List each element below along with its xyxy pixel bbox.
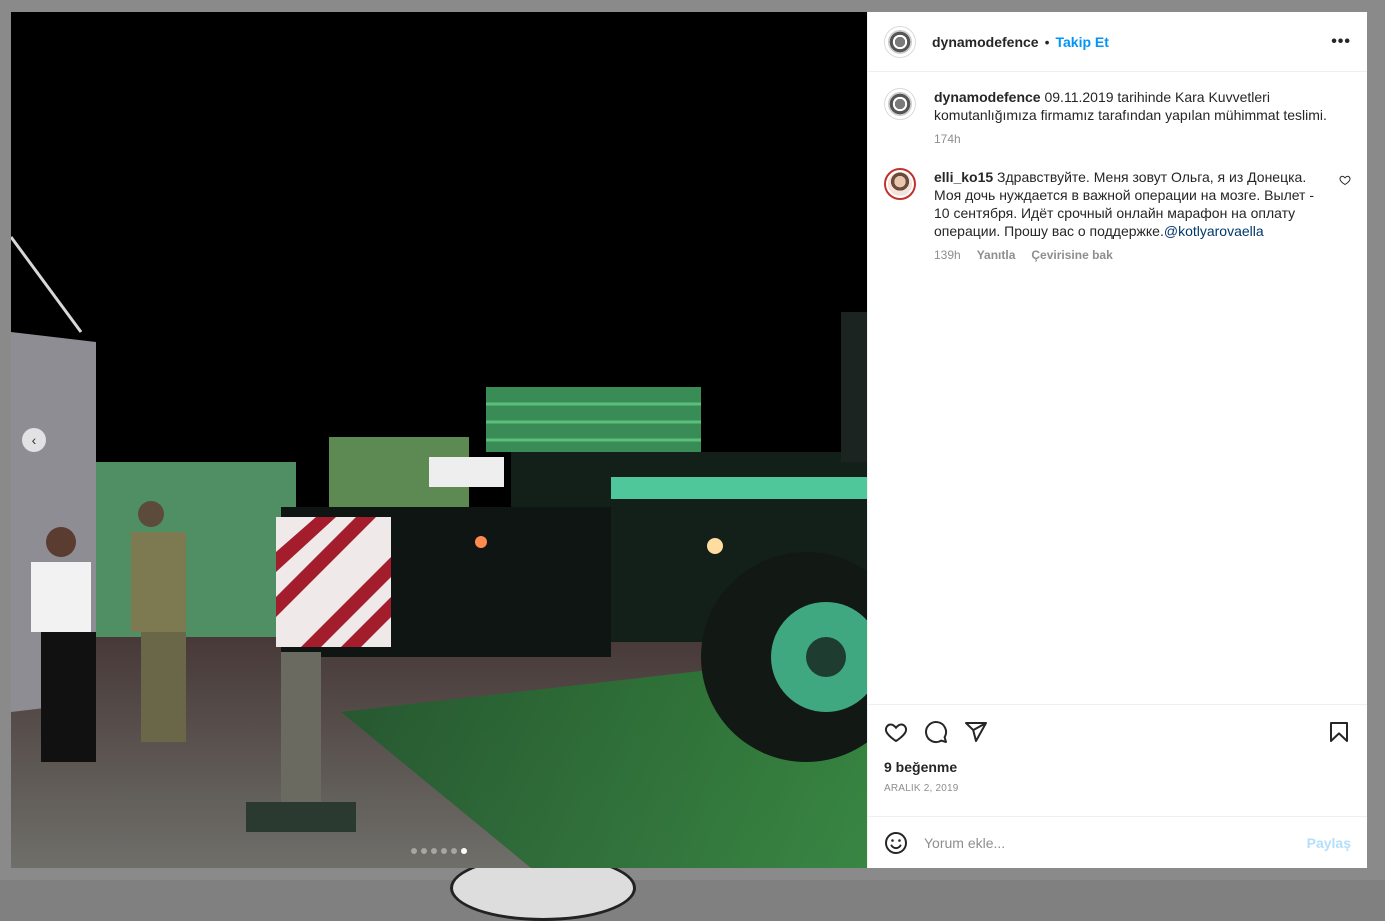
caption-author-avatar[interactable]	[884, 88, 916, 120]
carousel-dot	[411, 848, 417, 854]
carousel-dot	[451, 848, 457, 854]
carousel-indicator	[11, 848, 867, 854]
author-avatar[interactable]	[884, 25, 916, 58]
paper-plane-icon	[965, 722, 987, 742]
share-button[interactable]	[964, 720, 988, 744]
likes-count[interactable]: 9 beğenme	[884, 759, 1351, 775]
chevron-left-icon: ‹	[31, 432, 37, 448]
heart-icon	[884, 723, 908, 743]
author-username[interactable]: dynamodefence	[932, 34, 1039, 50]
comment-item: elli_ko15 Здравствуйте. Меня зовут Ольга…	[884, 168, 1351, 262]
smiley-icon[interactable]	[884, 831, 908, 855]
save-button[interactable]	[1327, 720, 1351, 744]
follow-button[interactable]: Takip Et	[1056, 34, 1109, 50]
comments-list[interactable]: dynamodefence 09.11.2019 tarihinde Kara …	[868, 72, 1367, 704]
caption-time[interactable]: 174h	[934, 132, 961, 146]
photo-scene	[11, 12, 867, 868]
comment-username[interactable]: elli_ko15	[934, 169, 993, 185]
comment-button[interactable]	[924, 720, 948, 744]
bookmark-icon	[1330, 722, 1348, 742]
commenter-avatar[interactable]	[884, 168, 916, 200]
see-translation-button[interactable]: Çevirisine bak	[1031, 248, 1112, 262]
comment-time[interactable]: 139h	[934, 248, 961, 262]
reply-button[interactable]: Yanıtla	[977, 248, 1016, 262]
comment-mention-link[interactable]: @kotlyarovaella	[1164, 223, 1264, 239]
post-header: dynamodefence • Takip Et •••	[868, 12, 1367, 72]
carousel-prev-button[interactable]: ‹	[22, 428, 46, 452]
carousel-dot	[441, 848, 447, 854]
post-modal: ‹ dynamodefence • Takip Et ••• dynamodef…	[11, 12, 1367, 868]
comment-input[interactable]	[922, 833, 1307, 852]
post-actions: 9 beğenme ARALIK 2, 2019	[868, 704, 1367, 816]
carousel-dot	[421, 848, 427, 854]
add-comment-bar: Paylaş	[868, 816, 1367, 868]
post-side-panel: dynamodefence • Takip Et ••• dynamodefen…	[867, 12, 1367, 868]
post-photo[interactable]: ‹	[11, 12, 867, 868]
post-date[interactable]: ARALIK 2, 2019	[884, 783, 1351, 794]
carousel-dot	[431, 848, 437, 854]
carousel-dot	[461, 848, 467, 854]
caption-username[interactable]: dynamodefence	[934, 89, 1041, 105]
comment-heart-icon[interactable]	[1339, 174, 1351, 186]
like-button[interactable]	[884, 720, 908, 744]
caption: dynamodefence 09.11.2019 tarihinde Kara …	[884, 88, 1351, 146]
speech-bubble-icon	[925, 721, 948, 744]
more-options-icon[interactable]: •••	[1331, 33, 1351, 51]
header-separator: •	[1044, 33, 1050, 50]
post-comment-button[interactable]: Paylaş	[1307, 835, 1351, 851]
